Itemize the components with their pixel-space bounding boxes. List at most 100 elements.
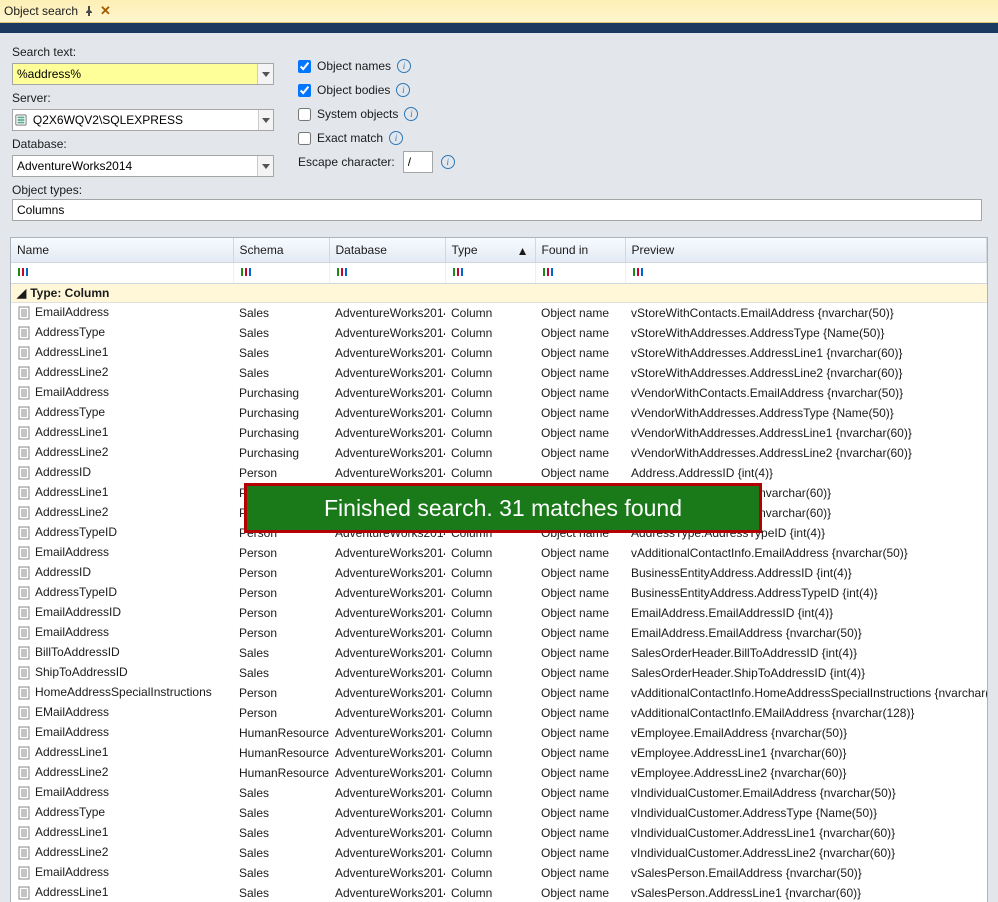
column-icon [17, 865, 35, 879]
table-row[interactable]: AddressLine1PurchasingAdventureWorks2014… [11, 423, 987, 443]
info-icon[interactable]: i [396, 83, 410, 97]
info-icon[interactable]: i [404, 107, 418, 121]
info-icon[interactable]: i [397, 59, 411, 73]
left-form-column: Search text: Server: Database: [12, 43, 274, 177]
column-icon [17, 725, 35, 739]
column-icon [17, 365, 35, 379]
table-row[interactable]: AddressTypeSalesAdventureWorks2014Column… [11, 803, 987, 823]
col-database[interactable]: Database [329, 238, 445, 263]
table-row[interactable]: AddressLine2HumanResourcesAdventureWorks… [11, 763, 987, 783]
table-row[interactable]: AddressLine2SalesAdventureWorks2014Colum… [11, 843, 987, 863]
filter-icon[interactable] [17, 266, 29, 278]
column-icon [17, 805, 35, 819]
options-column: Object names i Object bodies i System ob… [298, 43, 455, 171]
column-icon [17, 585, 35, 599]
close-icon[interactable]: ✕ [100, 6, 111, 16]
object-types-section: Object types: [0, 183, 998, 229]
col-found-in[interactable]: Found in [535, 238, 625, 263]
group-row[interactable]: ◢ Type: Column [11, 284, 987, 303]
group-label: Type: Column [30, 286, 109, 300]
system-objects-label: System objects [317, 107, 398, 121]
filter-icon[interactable] [632, 266, 644, 278]
window-header-bar [0, 23, 998, 33]
table-row[interactable]: AddressLine1SalesAdventureWorks2014Colum… [11, 343, 987, 363]
object-names-option[interactable]: Object names i [298, 57, 455, 75]
search-text-field[interactable] [13, 67, 257, 81]
table-row[interactable]: AddressTypePurchasingAdventureWorks2014C… [11, 403, 987, 423]
column-icon [17, 345, 35, 359]
system-objects-checkbox[interactable] [298, 108, 311, 121]
column-icon [17, 465, 35, 479]
column-icon [17, 785, 35, 799]
table-row[interactable]: EmailAddressHumanResourcesAdventureWorks… [11, 723, 987, 743]
table-row[interactable]: AddressLine1SalesAdventureWorks2014Colum… [11, 883, 987, 902]
column-icon [17, 765, 35, 779]
callout-text: Finished search. 31 matches found [324, 495, 682, 522]
dropdown-icon[interactable] [258, 110, 273, 130]
filter-icon[interactable] [336, 266, 348, 278]
table-row[interactable]: AddressTypeSalesAdventureWorks2014Column… [11, 323, 987, 343]
table-header-row: Name Schema Database Type▲ Found in Prev… [11, 238, 987, 263]
table-row[interactable]: EmailAddressPersonAdventureWorks2014Colu… [11, 623, 987, 643]
exact-match-label: Exact match [317, 131, 383, 145]
escape-char-input[interactable] [403, 151, 433, 173]
results-table: Name Schema Database Type▲ Found in Prev… [11, 238, 987, 902]
pin-icon[interactable] [84, 6, 94, 16]
table-row[interactable]: EmailAddressSalesAdventureWorks2014Colum… [11, 863, 987, 883]
filter-icon[interactable] [452, 266, 464, 278]
callout-banner: Finished search. 31 matches found [244, 483, 762, 533]
table-row[interactable]: BillToAddressIDSalesAdventureWorks2014Co… [11, 643, 987, 663]
table-row[interactable]: EmailAddressIDPersonAdventureWorks2014Co… [11, 603, 987, 623]
table-row[interactable]: EmailAddressPersonAdventureWorks2014Colu… [11, 543, 987, 563]
database-field[interactable] [13, 159, 257, 173]
search-form: Search text: Server: Database: Object na… [0, 33, 998, 183]
column-icon [17, 705, 35, 719]
info-icon[interactable]: i [389, 131, 403, 145]
table-row[interactable]: EmailAddressSalesAdventureWorks2014Colum… [11, 783, 987, 803]
tab-bar: Object search ✕ [0, 0, 998, 23]
col-preview[interactable]: Preview [625, 238, 987, 263]
table-row[interactable]: AddressLine2SalesAdventureWorks2014Colum… [11, 363, 987, 383]
table-row[interactable]: AddressTypeIDPersonAdventureWorks2014Col… [11, 583, 987, 603]
filter-icon[interactable] [542, 266, 554, 278]
column-icon [17, 845, 35, 859]
table-row[interactable]: AddressLine2PurchasingAdventureWorks2014… [11, 443, 987, 463]
object-types-input[interactable] [12, 199, 982, 221]
table-row[interactable]: ShipToAddressIDSalesAdventureWorks2014Co… [11, 663, 987, 683]
column-icon [17, 485, 35, 499]
table-row[interactable]: EmailAddressSalesAdventureWorks2014Colum… [11, 303, 987, 323]
column-icon [17, 405, 35, 419]
exact-match-option[interactable]: Exact match i [298, 129, 455, 147]
system-objects-option[interactable]: System objects i [298, 105, 455, 123]
table-row[interactable]: AddressLine1HumanResourcesAdventureWorks… [11, 743, 987, 763]
filter-row[interactable] [11, 263, 987, 284]
table-row[interactable]: EMailAddressPersonAdventureWorks2014Colu… [11, 703, 987, 723]
col-schema[interactable]: Schema [233, 238, 329, 263]
dropdown-icon[interactable] [257, 64, 273, 84]
info-icon[interactable]: i [441, 155, 455, 169]
object-types-label: Object types: [12, 183, 82, 197]
table-row[interactable]: AddressLine1SalesAdventureWorks2014Colum… [11, 823, 987, 843]
object-bodies-checkbox[interactable] [298, 84, 311, 97]
filter-icon[interactable] [240, 266, 252, 278]
dropdown-icon[interactable] [257, 156, 273, 176]
table-row[interactable]: EmailAddressPurchasingAdventureWorks2014… [11, 383, 987, 403]
collapse-icon[interactable]: ◢ [17, 286, 26, 300]
escape-char-field[interactable] [404, 155, 432, 169]
server-field[interactable] [29, 113, 258, 127]
table-row[interactable]: HomeAddressSpecialInstructionsPersonAdve… [11, 683, 987, 703]
col-type[interactable]: Type▲ [445, 238, 535, 263]
search-text-input[interactable] [12, 63, 274, 85]
column-icon [17, 625, 35, 639]
table-row[interactable]: AddressIDPersonAdventureWorks2014ColumnO… [11, 563, 987, 583]
object-names-checkbox[interactable] [298, 60, 311, 73]
col-name[interactable]: Name [11, 238, 233, 263]
column-icon [17, 425, 35, 439]
column-icon [17, 745, 35, 759]
table-row[interactable]: AddressIDPersonAdventureWorks2014ColumnO… [11, 463, 987, 483]
database-input[interactable] [12, 155, 274, 177]
object-bodies-option[interactable]: Object bodies i [298, 81, 455, 99]
server-input[interactable] [12, 109, 274, 131]
exact-match-checkbox[interactable] [298, 132, 311, 145]
object-types-field[interactable] [13, 203, 981, 217]
